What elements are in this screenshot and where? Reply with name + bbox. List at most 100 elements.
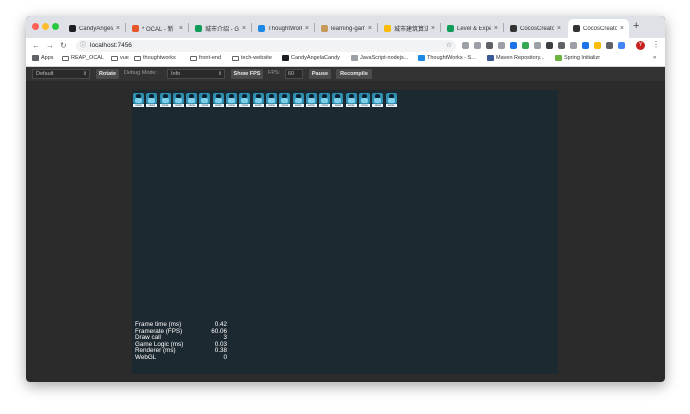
bookmark-item[interactable]: ThoughtWorks - S... bbox=[418, 55, 476, 61]
extension-icon[interactable] bbox=[462, 42, 469, 49]
reload-button[interactable]: ↻ bbox=[60, 41, 67, 50]
bookmark-item[interactable]: REAP_OCAL bbox=[62, 55, 104, 61]
close-window-button[interactable] bbox=[32, 23, 39, 30]
extension-icon[interactable] bbox=[498, 42, 505, 49]
sprite-caption: cocos bbox=[305, 104, 317, 107]
sprite-body bbox=[321, 98, 329, 103]
tab-title: CocosCreato bbox=[520, 25, 554, 32]
drive-icon bbox=[384, 25, 391, 32]
tab-separator bbox=[377, 23, 378, 32]
sprite-caption: cocos bbox=[252, 104, 264, 107]
new-tab-button[interactable]: + bbox=[633, 20, 639, 32]
pause-button[interactable]: Pause bbox=[309, 69, 331, 79]
close-tab-icon[interactable]: × bbox=[368, 25, 372, 32]
bookmark-item[interactable]: Maven Repository... bbox=[487, 55, 545, 61]
cocos-logo-sprite: cocos bbox=[345, 92, 358, 108]
tab[interactable]: 城市介绍 - Gc × bbox=[190, 19, 251, 38]
bookmark-item[interactable]: thoughtworks bbox=[134, 55, 176, 61]
sprite-body bbox=[241, 98, 249, 103]
thoughtworks-icon bbox=[418, 55, 425, 61]
bookmark-label: JavaScript-nodejs... bbox=[360, 55, 409, 61]
tab[interactable]: 城市建筑算法 × bbox=[379, 19, 440, 38]
star-icon[interactable]: ☆ bbox=[446, 40, 452, 52]
game-canvas[interactable]: cocos cocos cocos cocos cocos cocos cocos cocos… bbox=[132, 90, 558, 374]
fps-input[interactable]: 60 bbox=[285, 69, 303, 79]
tab[interactable]: CocosCreato × bbox=[568, 19, 629, 38]
extension-icon[interactable] bbox=[570, 42, 577, 49]
tab-separator bbox=[314, 23, 315, 32]
tab[interactable]: CandyAngela × bbox=[64, 19, 125, 38]
bookmarks-overflow-icon[interactable]: » bbox=[653, 55, 656, 61]
maven-icon bbox=[487, 55, 494, 61]
extension-icon[interactable] bbox=[546, 42, 553, 49]
extension-icon[interactable] bbox=[606, 42, 613, 49]
extension-icon[interactable] bbox=[510, 42, 517, 49]
bookmark-item[interactable]: Apps bbox=[32, 55, 54, 61]
tab-title: Level & Expe bbox=[457, 25, 491, 32]
tab[interactable]: ThoughtWork × bbox=[253, 19, 314, 38]
zoom-window-button[interactable] bbox=[52, 23, 59, 30]
forward-button[interactable]: → bbox=[46, 41, 54, 50]
bookmark-item[interactable]: vue bbox=[111, 55, 129, 61]
folder-icon bbox=[232, 55, 239, 61]
extension-icon[interactable] bbox=[534, 42, 541, 49]
close-tab-icon[interactable]: × bbox=[557, 25, 561, 32]
folder-icon bbox=[62, 55, 69, 61]
cocos-logo-sprite: cocos bbox=[212, 92, 225, 108]
show-fps-button[interactable]: Show FPS bbox=[231, 69, 263, 79]
cocos-logo-sprite: cocos bbox=[305, 92, 318, 108]
recompile-button[interactable]: Recompile bbox=[336, 69, 372, 79]
chevron-updown-icon: ⇕ bbox=[82, 71, 87, 77]
close-tab-icon[interactable]: × bbox=[431, 25, 435, 32]
bookmark-item[interactable]: tech-website bbox=[232, 55, 272, 61]
address-bar[interactable]: ⓘ localhost:7456 ☆ bbox=[76, 40, 456, 52]
apps-grid-icon bbox=[32, 55, 39, 61]
bookmark-item[interactable]: JavaScript-nodejs... bbox=[351, 55, 408, 61]
extension-icon[interactable] bbox=[594, 42, 601, 49]
device-select[interactable]: Default ⇕ bbox=[32, 69, 90, 79]
device-select-value: Default bbox=[36, 71, 54, 77]
bookmark-item[interactable]: Spring Initializr bbox=[555, 55, 600, 61]
debug-mode-select[interactable]: Info ⇕ bbox=[167, 69, 225, 79]
avatar-icon bbox=[321, 25, 328, 32]
extension-icon[interactable] bbox=[618, 42, 625, 49]
bookmark-item[interactable]: front-end bbox=[190, 55, 221, 61]
cocos-logo-sprite: cocos bbox=[159, 92, 172, 108]
sprite-caption: cocos bbox=[332, 104, 344, 107]
tab[interactable]: Level & Expe × bbox=[442, 19, 503, 38]
cocos-logo-sprite: cocos bbox=[292, 92, 305, 108]
close-tab-icon[interactable]: × bbox=[620, 25, 624, 32]
github-icon bbox=[69, 25, 76, 32]
sheets-icon bbox=[447, 25, 454, 32]
close-tab-icon[interactable]: × bbox=[179, 25, 183, 32]
tab[interactable]: learning-gam × bbox=[316, 19, 377, 38]
info-icon[interactable]: ⓘ bbox=[80, 40, 86, 52]
sprite-body bbox=[188, 98, 196, 103]
sprite-caption: cocos bbox=[226, 104, 238, 107]
tab[interactable]: * OCAL - 新 × bbox=[127, 19, 188, 38]
back-button[interactable]: ← bbox=[32, 41, 40, 50]
tab-title: CocosCreato bbox=[583, 25, 617, 32]
sprite-caption: cocos bbox=[159, 104, 171, 107]
doc-icon bbox=[132, 25, 139, 32]
bookmark-label: vue bbox=[120, 55, 129, 61]
folder-icon bbox=[190, 55, 197, 61]
close-tab-icon[interactable]: × bbox=[494, 25, 498, 32]
extension-icon[interactable] bbox=[486, 42, 493, 49]
sprite-caption: cocos bbox=[372, 104, 384, 107]
extension-icon[interactable] bbox=[558, 42, 565, 49]
cocos-logo-sprite: cocos bbox=[252, 92, 265, 108]
rotate-button[interactable]: Rotate bbox=[96, 69, 119, 79]
cocos-icon bbox=[573, 25, 580, 32]
minimize-window-button[interactable] bbox=[42, 23, 49, 30]
extension-icon[interactable] bbox=[522, 42, 529, 49]
bookmark-item[interactable]: CandyAngelaCandy bbox=[282, 55, 340, 61]
profile-avatar[interactable]: Y bbox=[636, 41, 645, 50]
menu-kebab-icon[interactable]: ⋮ bbox=[652, 40, 660, 49]
close-tab-icon[interactable]: × bbox=[242, 25, 246, 32]
tab[interactable]: CocosCreato × bbox=[505, 19, 566, 38]
close-tab-icon[interactable]: × bbox=[305, 25, 309, 32]
extension-icon[interactable] bbox=[582, 42, 589, 49]
extension-icon[interactable] bbox=[474, 42, 481, 49]
close-tab-icon[interactable]: × bbox=[116, 25, 120, 32]
